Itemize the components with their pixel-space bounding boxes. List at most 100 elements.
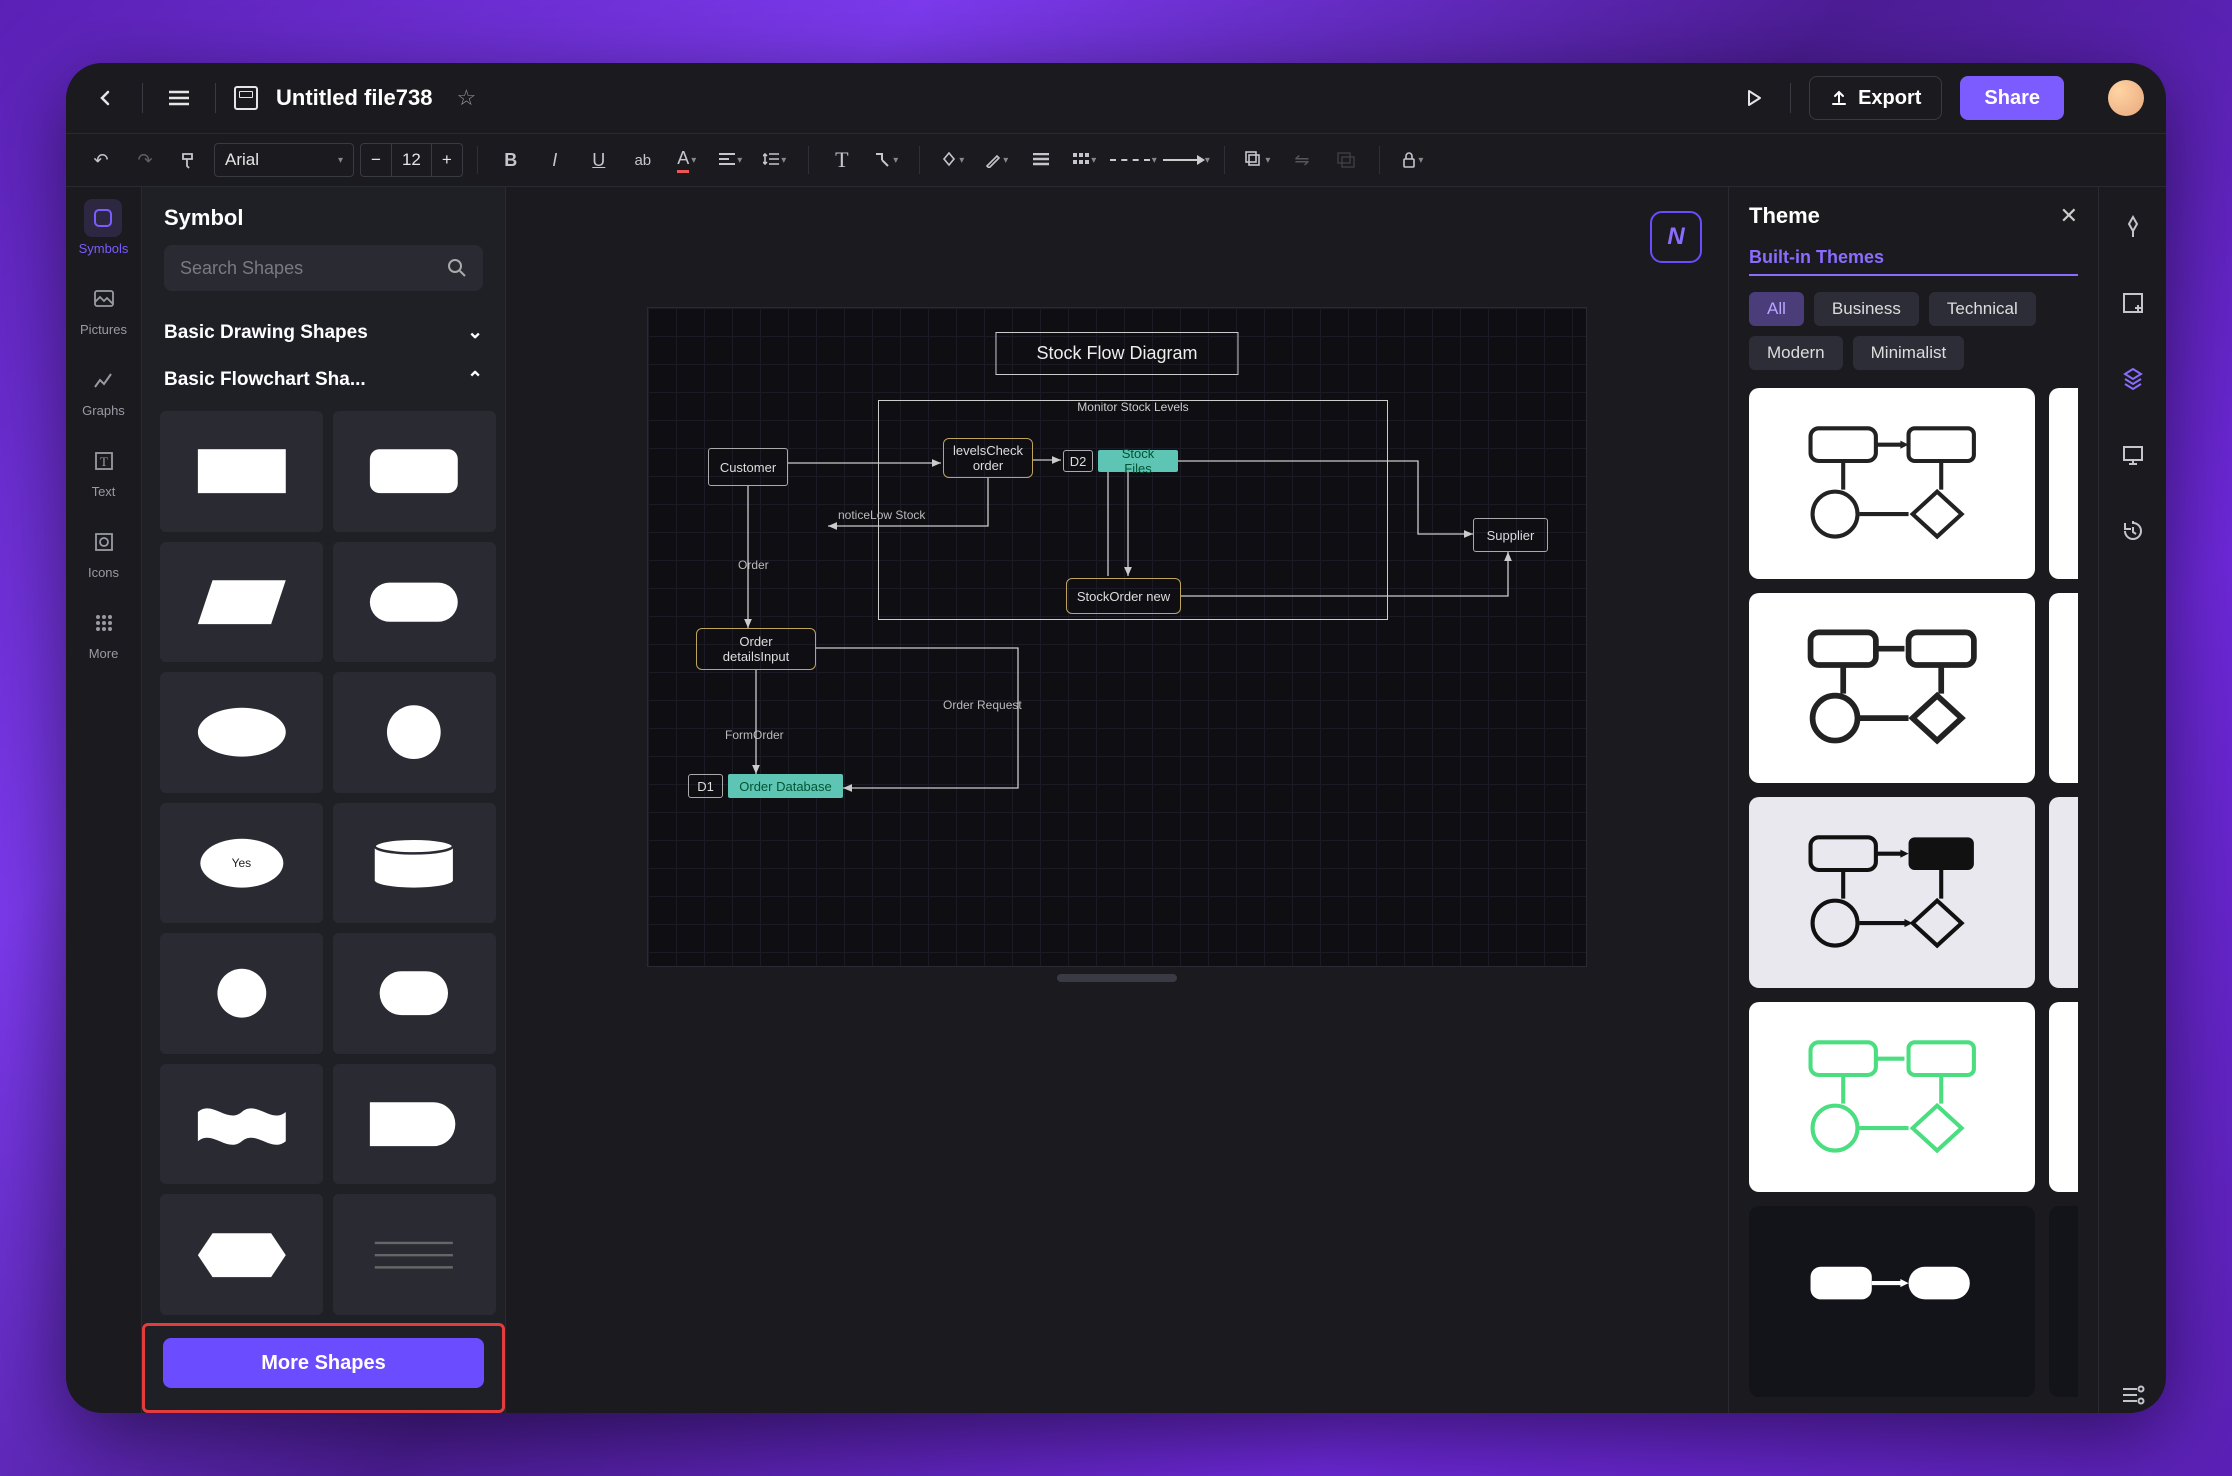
theme-card[interactable] — [2049, 593, 2078, 784]
section-basic-drawing[interactable]: Basic Drawing Shapes ⌄ — [142, 309, 505, 356]
shape-yes-ellipse[interactable]: Yes — [160, 803, 323, 924]
filter-business[interactable]: Business — [1814, 292, 1919, 326]
node-stock-order[interactable]: StockOrder new — [1066, 578, 1181, 614]
theme-card[interactable] — [1749, 1002, 2035, 1193]
right-rail — [2098, 187, 2166, 1413]
shape-hexagon[interactable] — [160, 1194, 323, 1315]
shape-cylinder-h[interactable] — [333, 803, 496, 924]
settings-button[interactable] — [2115, 1377, 2151, 1413]
theme-button[interactable] — [2115, 361, 2151, 397]
font-family-select[interactable]: Arial ▾ — [214, 143, 354, 177]
theme-card[interactable] — [2049, 1206, 2078, 1397]
close-button[interactable]: ✕ — [2060, 203, 2078, 229]
text-tool-button[interactable]: T — [823, 141, 861, 179]
rail-label: Symbols — [79, 241, 129, 256]
node-d2[interactable]: D2 — [1063, 450, 1093, 472]
favorite-button[interactable]: ☆ — [456, 85, 476, 111]
rail-item-pictures[interactable]: Pictures — [80, 280, 127, 337]
theme-card[interactable] — [1749, 593, 2035, 784]
italic-button[interactable]: I — [536, 141, 574, 179]
decrease-font[interactable]: − — [361, 144, 391, 176]
filter-all[interactable]: All — [1749, 292, 1804, 326]
share-button[interactable]: Share — [1960, 76, 2064, 120]
section-basic-flowchart[interactable]: Basic Flowchart Sha... ⌃ — [142, 356, 505, 403]
lock-button[interactable]: ▾ — [1394, 141, 1432, 179]
history-button[interactable] — [2115, 513, 2151, 549]
connector-tool-button[interactable]: ▾ — [867, 141, 905, 179]
layer-button[interactable]: ▾ — [1239, 141, 1277, 179]
theme-card[interactable] — [2049, 388, 2078, 579]
line-spacing-button[interactable]: ▾ — [756, 141, 794, 179]
redo-button[interactable]: ↷ — [126, 141, 164, 179]
filter-technical[interactable]: Technical — [1929, 292, 2036, 326]
insert-button[interactable] — [2115, 285, 2151, 321]
arrow-style-button[interactable]: ▾ — [1163, 141, 1210, 179]
font-color-button[interactable]: A▾ — [668, 141, 706, 179]
rail-item-graphs[interactable]: Graphs — [82, 361, 125, 418]
menu-button[interactable] — [161, 80, 197, 116]
theme-card[interactable] — [2049, 1002, 2078, 1193]
fill-color-button[interactable]: ▾ — [934, 141, 972, 179]
more-shapes-button[interactable]: More Shapes — [163, 1338, 484, 1388]
line-style-button[interactable]: ▾ — [1110, 141, 1157, 179]
present-button[interactable] — [2115, 437, 2151, 473]
node-stock-files[interactable]: Stock Files — [1098, 450, 1178, 472]
shape-search[interactable] — [164, 245, 483, 291]
font-size-stepper[interactable]: − 12 + — [360, 143, 463, 177]
shape-process[interactable] — [160, 411, 323, 532]
underline-button[interactable]: U — [580, 141, 618, 179]
shape-tape[interactable] — [160, 1064, 323, 1185]
export-button[interactable]: Export — [1809, 76, 1942, 120]
diagram-canvas[interactable]: Stock Flow Diagram Monitor Stock Levels … — [647, 307, 1587, 967]
shape-delay[interactable] — [333, 1064, 496, 1185]
document-icon — [234, 86, 258, 110]
back-button[interactable] — [88, 80, 124, 116]
shape-ellipse[interactable] — [160, 672, 323, 793]
theme-card[interactable] — [2049, 797, 2078, 988]
line-color-button[interactable]: ▾ — [978, 141, 1016, 179]
rail-item-more[interactable]: More — [85, 604, 123, 661]
shape-data[interactable] — [160, 542, 323, 663]
theme-card[interactable] — [1749, 1206, 2035, 1397]
node-order-details[interactable]: Order detailsInput — [696, 628, 816, 670]
rail-item-symbols[interactable]: Symbols — [79, 199, 129, 256]
node-d1[interactable]: D1 — [688, 774, 723, 798]
shape-connector[interactable] — [160, 933, 323, 1054]
user-avatar[interactable] — [2108, 80, 2144, 116]
diagram-title[interactable]: Stock Flow Diagram — [995, 332, 1238, 375]
node-order-db[interactable]: Order Database — [728, 774, 843, 798]
shape-terminator[interactable] — [333, 542, 496, 663]
shape-cylinder[interactable] — [333, 933, 496, 1054]
filter-minimalist[interactable]: Minimalist — [1853, 336, 1965, 370]
node-supplier[interactable]: Supplier — [1473, 518, 1548, 552]
theme-card[interactable] — [1749, 797, 2035, 988]
shape-search-input[interactable] — [180, 258, 437, 279]
group-button[interactable] — [1327, 141, 1365, 179]
horizontal-scrollbar[interactable] — [1057, 974, 1177, 982]
strikethrough-button[interactable]: ab — [624, 141, 662, 179]
node-levels-check[interactable]: levelsCheck order — [943, 438, 1033, 478]
rail-item-text[interactable]: T Text — [85, 442, 123, 499]
theme-card[interactable] — [1749, 388, 2035, 579]
shape-rounded-rect[interactable] — [333, 411, 496, 532]
format-painter-button[interactable] — [170, 141, 208, 179]
filter-modern[interactable]: Modern — [1749, 336, 1843, 370]
canvas-area[interactable]: N Stock Flow Diagram Monitor Stock Level… — [506, 187, 1728, 1413]
theme-tab-builtin[interactable]: Built-in Themes — [1749, 247, 2078, 276]
increase-font[interactable]: + — [432, 144, 462, 176]
node-customer[interactable]: Customer — [708, 448, 788, 486]
format-button[interactable] — [2115, 209, 2151, 245]
flip-h-button[interactable]: ⇋ — [1283, 141, 1321, 179]
undo-button[interactable]: ↶ — [82, 141, 120, 179]
shape-circle[interactable] — [333, 672, 496, 793]
align-objects-button[interactable] — [1022, 141, 1060, 179]
shape-card[interactable] — [333, 1194, 496, 1315]
play-button[interactable] — [1736, 80, 1772, 116]
bold-button[interactable]: B — [492, 141, 530, 179]
font-size-value[interactable]: 12 — [391, 144, 432, 176]
ai-assistant-button[interactable]: N — [1650, 211, 1702, 263]
rail-item-icons[interactable]: Icons — [85, 523, 123, 580]
align-button[interactable]: ▾ — [712, 141, 750, 179]
distribute-button[interactable]: ▾ — [1066, 141, 1104, 179]
titlebar: Untitled file738 ☆ Export Share — [66, 63, 2166, 133]
